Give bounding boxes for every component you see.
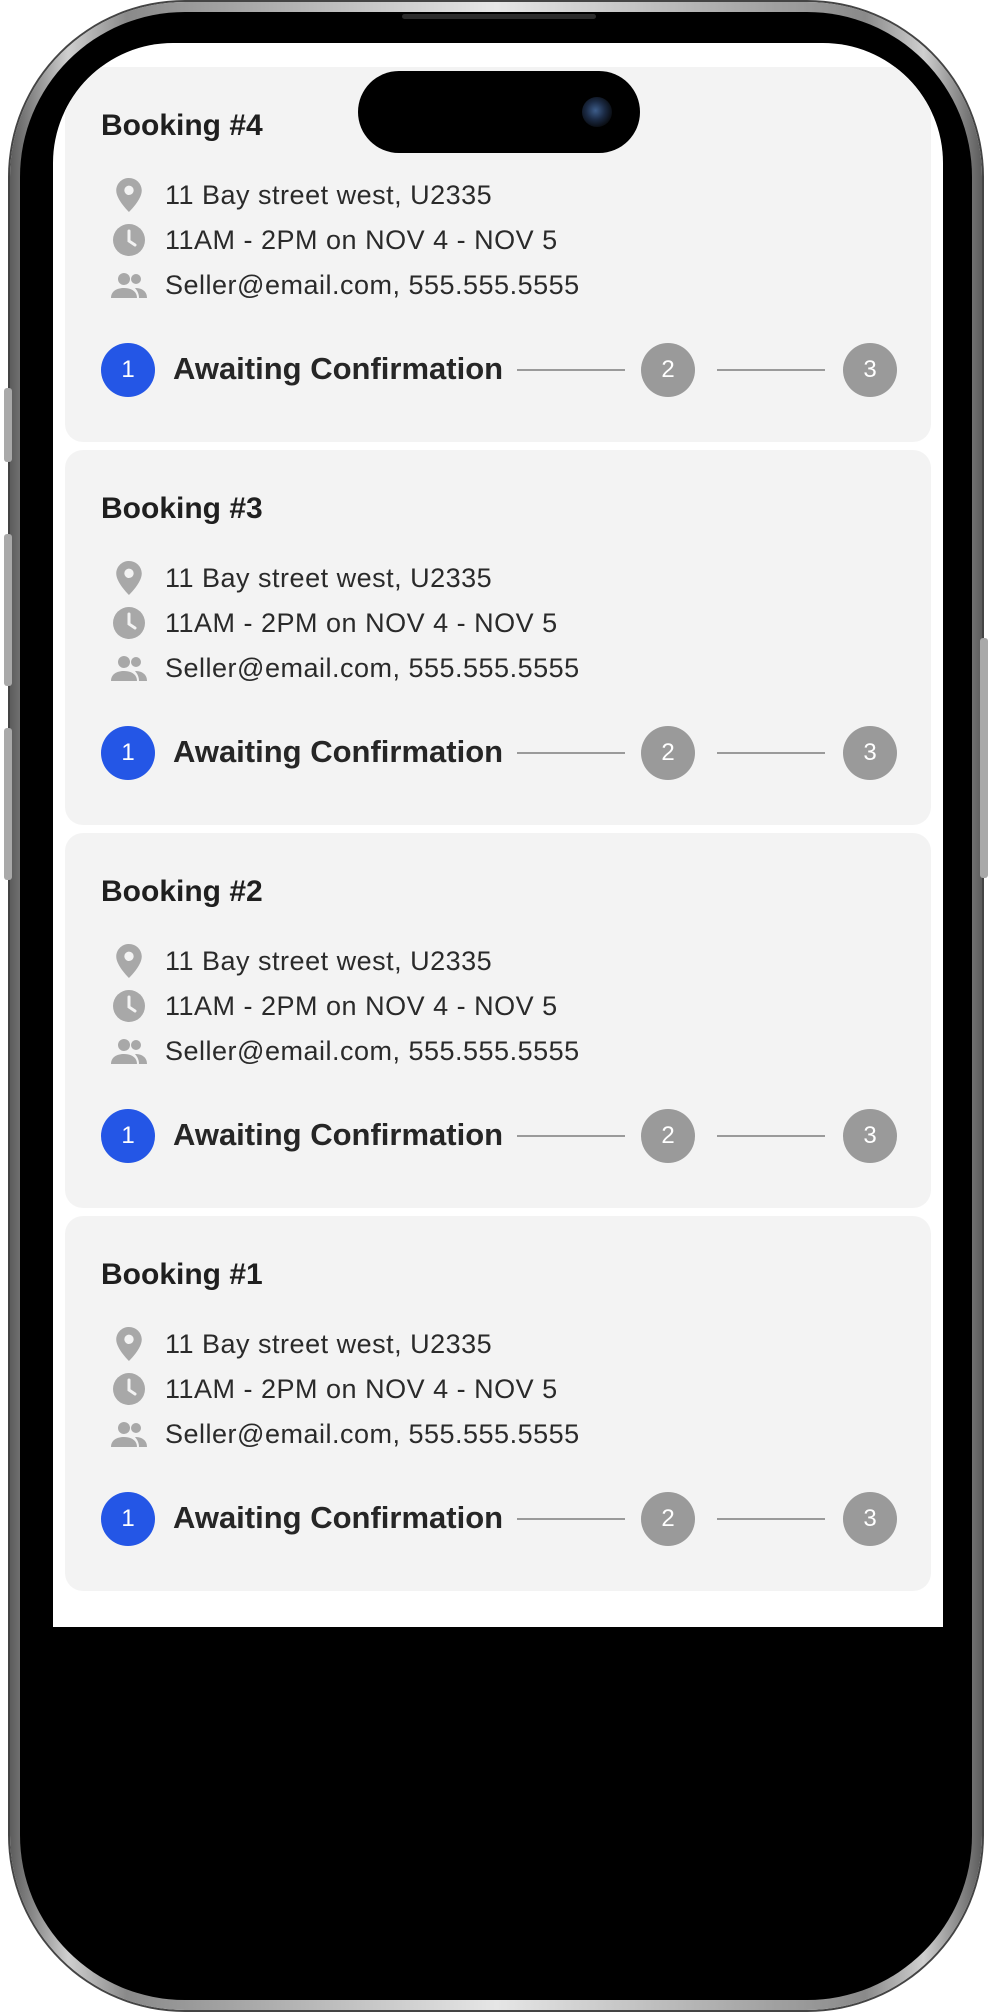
address-row: 11 Bay street west, U2335 [111, 941, 492, 981]
step-1-active: 1 [101, 1492, 155, 1546]
contact-row: Seller@email.com, 555.555.5555 [111, 1031, 580, 1071]
location-pin-icon [111, 560, 147, 596]
booking-title: Booking #3 [101, 492, 263, 525]
dynamic-island [358, 71, 640, 153]
address-text: 11 Bay street west, U2335 [165, 1328, 493, 1359]
camera-icon [582, 97, 612, 127]
booking-card[interactable]: Booking #1 11 Bay street west, U2335 11A… [65, 1216, 931, 1591]
clock-icon [111, 1371, 147, 1407]
booking-card[interactable]: Booking #2 11 Bay street west, U2335 11A… [65, 833, 931, 1208]
step-3: 3 [843, 1109, 897, 1163]
step-3: 3 [843, 343, 897, 397]
contact-text: Seller@email.com, 555.555.5555 [165, 652, 580, 683]
booking-title: Booking #1 [101, 1258, 263, 1291]
booking-stepper: 1 Awaiting Confirmation 2 3 [101, 726, 897, 780]
time-text: 11AM - 2PM on NOV 4 - NOV 5 [165, 224, 558, 255]
step-3: 3 [843, 1492, 897, 1546]
step-3: 3 [843, 726, 897, 780]
step-status-label: Awaiting Confirmation [173, 1500, 504, 1535]
step-2: 2 [641, 726, 695, 780]
step-status-label: Awaiting Confirmation [173, 734, 504, 769]
booking-title: Booking #2 [101, 875, 263, 908]
step-connector [717, 369, 825, 371]
contact-text: Seller@email.com, 555.555.5555 [165, 1418, 580, 1449]
time-row: 11AM - 2PM on NOV 4 - NOV 5 [111, 220, 558, 260]
contact-text: Seller@email.com, 555.555.5555 [165, 1035, 580, 1066]
step-connector [517, 752, 625, 754]
volume-up-button [4, 534, 12, 686]
booking-stepper: 1 Awaiting Confirmation 2 3 [101, 1492, 897, 1546]
app-screen: Booking #4 11 Bay street west, U2335 11A… [53, 43, 943, 1627]
step-2: 2 [641, 1492, 695, 1546]
contact-text: Seller@email.com, 555.555.5555 [165, 269, 580, 300]
step-1-active: 1 [101, 343, 155, 397]
address-row: 11 Bay street west, U2335 [111, 558, 492, 598]
booking-title: Booking #4 [101, 109, 263, 142]
time-text: 11AM - 2PM on NOV 4 - NOV 5 [165, 990, 558, 1021]
power-button [980, 638, 988, 878]
people-icon [111, 267, 147, 303]
step-status-label: Awaiting Confirmation [173, 351, 504, 386]
clock-icon [111, 222, 147, 258]
time-text: 11AM - 2PM on NOV 4 - NOV 5 [165, 1373, 558, 1404]
step-2: 2 [641, 343, 695, 397]
step-connector [717, 1135, 825, 1137]
step-connector [517, 1135, 625, 1137]
clock-icon [111, 988, 147, 1024]
address-row: 11 Bay street west, U2335 [111, 1324, 492, 1364]
step-1-active: 1 [101, 726, 155, 780]
time-row: 11AM - 2PM on NOV 4 - NOV 5 [111, 603, 558, 643]
step-connector [517, 369, 625, 371]
action-button [4, 388, 12, 462]
clock-icon [111, 605, 147, 641]
step-2: 2 [641, 1109, 695, 1163]
time-row: 11AM - 2PM on NOV 4 - NOV 5 [111, 1369, 558, 1409]
location-pin-icon [111, 1326, 147, 1362]
step-connector [517, 1518, 625, 1520]
step-1-active: 1 [101, 1109, 155, 1163]
people-icon [111, 650, 147, 686]
time-text: 11AM - 2PM on NOV 4 - NOV 5 [165, 607, 558, 638]
step-status-label: Awaiting Confirmation [173, 1117, 504, 1152]
contact-row: Seller@email.com, 555.555.5555 [111, 265, 580, 305]
step-connector [717, 1518, 825, 1520]
address-text: 11 Bay street west, U2335 [165, 945, 493, 976]
earpiece-speaker [402, 14, 596, 19]
contact-row: Seller@email.com, 555.555.5555 [111, 648, 580, 688]
time-row: 11AM - 2PM on NOV 4 - NOV 5 [111, 986, 558, 1026]
contact-row: Seller@email.com, 555.555.5555 [111, 1414, 580, 1454]
address-text: 11 Bay street west, U2335 [165, 562, 493, 593]
address-row: 11 Bay street west, U2335 [111, 175, 492, 215]
address-text: 11 Bay street west, U2335 [165, 179, 493, 210]
people-icon [111, 1416, 147, 1452]
step-connector [717, 752, 825, 754]
location-pin-icon [111, 177, 147, 213]
people-icon [111, 1033, 147, 1069]
booking-card[interactable]: Booking #3 11 Bay street west, U2335 11A… [65, 450, 931, 825]
booking-stepper: 1 Awaiting Confirmation 2 3 [101, 343, 897, 397]
booking-stepper: 1 Awaiting Confirmation 2 3 [101, 1109, 897, 1163]
volume-down-button [4, 728, 12, 880]
location-pin-icon [111, 943, 147, 979]
